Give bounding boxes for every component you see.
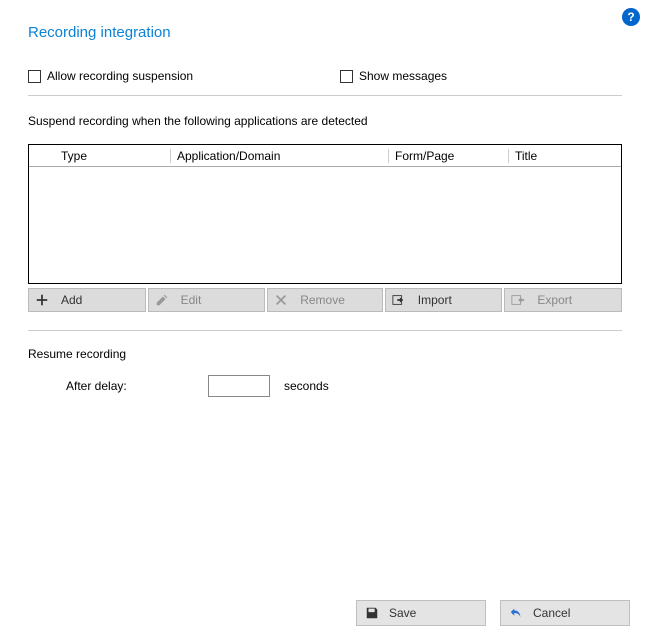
- seconds-label: seconds: [284, 379, 329, 393]
- divider: [28, 95, 622, 96]
- resume-section-label: Resume recording: [28, 347, 622, 361]
- cancel-label: Cancel: [531, 606, 629, 620]
- plus-icon: [29, 293, 55, 307]
- page-title: Recording integration: [28, 24, 622, 41]
- suspend-section-label: Suspend recording when the following app…: [28, 114, 622, 128]
- table-header: Type Application/Domain Form/Page Title: [29, 145, 621, 167]
- col-title: Title: [509, 149, 621, 163]
- remove-label: Remove: [294, 293, 382, 307]
- import-icon: [386, 293, 412, 307]
- delay-input[interactable]: [208, 375, 270, 397]
- export-button[interactable]: Export: [504, 288, 622, 312]
- edit-button[interactable]: Edit: [148, 288, 266, 312]
- allow-suspension-label: Allow recording suspension: [47, 69, 193, 83]
- save-button[interactable]: Save: [356, 600, 486, 626]
- export-icon: [505, 293, 531, 307]
- import-label: Import: [412, 293, 502, 307]
- remove-button[interactable]: Remove: [267, 288, 383, 312]
- col-application: Application/Domain: [171, 149, 389, 163]
- table-body[interactable]: [29, 167, 621, 283]
- edit-label: Edit: [175, 293, 265, 307]
- applications-table[interactable]: Type Application/Domain Form/Page Title: [28, 144, 622, 284]
- show-messages-label: Show messages: [359, 69, 447, 83]
- save-icon: [357, 606, 387, 620]
- export-label: Export: [531, 293, 621, 307]
- divider: [28, 330, 622, 331]
- after-delay-label: After delay:: [28, 379, 208, 393]
- pencil-icon: [149, 293, 175, 307]
- col-type: Type: [55, 149, 171, 163]
- add-label: Add: [55, 293, 145, 307]
- cancel-button[interactable]: Cancel: [500, 600, 630, 626]
- add-button[interactable]: Add: [28, 288, 146, 312]
- import-button[interactable]: Import: [385, 288, 503, 312]
- undo-icon: [501, 606, 531, 620]
- allow-suspension-checkbox[interactable]: [28, 70, 41, 83]
- col-form: Form/Page: [389, 149, 509, 163]
- x-icon: [268, 293, 294, 307]
- save-label: Save: [387, 606, 485, 620]
- show-messages-checkbox[interactable]: [340, 70, 353, 83]
- table-toolbar: Add Edit Remove Import Export: [28, 288, 622, 312]
- help-icon[interactable]: ?: [622, 8, 640, 26]
